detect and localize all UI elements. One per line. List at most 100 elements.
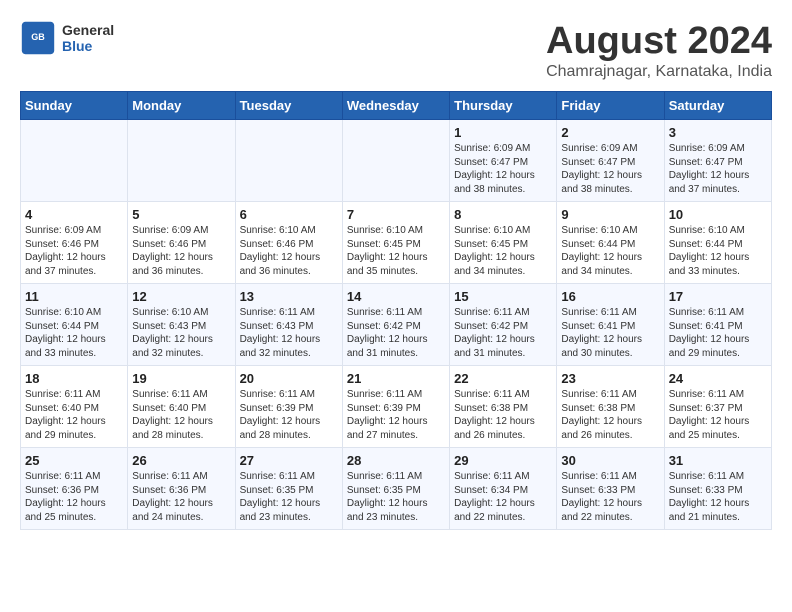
day-number: 18 xyxy=(25,371,123,386)
subtitle: Chamrajnagar, Karnataka, India xyxy=(546,63,772,81)
calendar-cell: 29Sunrise: 6:11 AM Sunset: 6:34 PM Dayli… xyxy=(450,448,557,530)
day-info: Sunrise: 6:11 AM Sunset: 6:38 PM Dayligh… xyxy=(561,388,659,442)
day-info: Sunrise: 6:11 AM Sunset: 6:36 PM Dayligh… xyxy=(132,470,230,524)
calendar-cell: 20Sunrise: 6:11 AM Sunset: 6:39 PM Dayli… xyxy=(235,366,342,448)
calendar-header: SundayMondayTuesdayWednesdayThursdayFrid… xyxy=(21,92,772,120)
main-title: August 2024 xyxy=(546,20,772,63)
calendar-cell: 14 Sunrise: 6:11 AM Sunset: 6:42 PM Dayli… xyxy=(342,284,449,366)
weekday-header-monday: Monday xyxy=(128,92,235,120)
logo-blue: Blue xyxy=(62,38,114,54)
calendar-cell xyxy=(342,120,449,202)
day-number: 29 xyxy=(454,453,552,468)
calendar-cell: 23Sunrise: 6:11 AM Sunset: 6:38 PM Dayli… xyxy=(557,366,664,448)
day-info: Sunrise: 6:10 AM Sunset: 6:44 PM Dayligh… xyxy=(561,224,659,278)
week-row-2: 4 Sunrise: 6:09 AM Sunset: 6:46 PM Daylig… xyxy=(21,202,772,284)
calendar-cell: 24Sunrise: 6:11 AM Sunset: 6:37 PM Dayli… xyxy=(664,366,771,448)
calendar-cell: 12Sunrise: 6:10 AM Sunset: 6:43 PM Dayli… xyxy=(128,284,235,366)
day-info: Sunrise: 6:09 AM Sunset: 6:46 PM Dayligh… xyxy=(132,224,230,278)
day-number: 4 xyxy=(25,207,123,222)
week-row-5: 25 Sunrise: 6:11 AM Sunset: 6:36 PM Dayli… xyxy=(21,448,772,530)
day-number: 10 xyxy=(669,207,767,222)
day-info: Sunrise: 6:09 AM Sunset: 6:47 PM Dayligh… xyxy=(561,142,659,196)
calendar-cell: 17Sunrise: 6:11 AM Sunset: 6:41 PM Dayli… xyxy=(664,284,771,366)
calendar-cell: 8 Sunrise: 6:10 AM Sunset: 6:45 PM Daylig… xyxy=(450,202,557,284)
logo: GB General Blue xyxy=(20,20,114,56)
calendar-cell: 25 Sunrise: 6:11 AM Sunset: 6:36 PM Dayli… xyxy=(21,448,128,530)
day-info: Sunrise: 6:11 AM Sunset: 6:42 PM Dayligh… xyxy=(347,306,445,360)
calendar-body: 1 Sunrise: 6:09 AM Sunset: 6:47 PM Daylig… xyxy=(21,120,772,530)
day-number: 3 xyxy=(669,125,767,140)
day-number: 11 xyxy=(25,289,123,304)
day-info: Sunrise: 6:10 AM Sunset: 6:45 PM Dayligh… xyxy=(347,224,445,278)
calendar-cell: 5 Sunrise: 6:09 AM Sunset: 6:46 PM Daylig… xyxy=(128,202,235,284)
day-number: 16 xyxy=(561,289,659,304)
calendar-cell: 18Sunrise: 6:11 AM Sunset: 6:40 PM Dayli… xyxy=(21,366,128,448)
weekday-header-wednesday: Wednesday xyxy=(342,92,449,120)
week-row-3: 11 Sunrise: 6:10 AM Sunset: 6:44 PM Dayli… xyxy=(21,284,772,366)
day-number: 12 xyxy=(132,289,230,304)
logo-general: General xyxy=(62,22,114,38)
calendar-cell: 22 Sunrise: 6:11 AM Sunset: 6:38 PM Dayli… xyxy=(450,366,557,448)
calendar-cell xyxy=(128,120,235,202)
calendar-cell: 4 Sunrise: 6:09 AM Sunset: 6:46 PM Daylig… xyxy=(21,202,128,284)
day-info: Sunrise: 6:11 AM Sunset: 6:36 PM Dayligh… xyxy=(25,470,123,524)
logo-text: General Blue xyxy=(62,22,114,54)
calendar-cell: 21Sunrise: 6:11 AM Sunset: 6:39 PM Dayli… xyxy=(342,366,449,448)
day-number: 31 xyxy=(669,453,767,468)
day-info: Sunrise: 6:11 AM Sunset: 6:38 PM Dayligh… xyxy=(454,388,552,442)
logo-icon: GB xyxy=(20,20,56,56)
day-number: 28 xyxy=(347,453,445,468)
day-info: Sunrise: 6:10 AM Sunset: 6:44 PM Dayligh… xyxy=(25,306,123,360)
page-header: GB General Blue August 2024 Chamrajnagar… xyxy=(20,20,772,81)
day-number: 26 xyxy=(132,453,230,468)
calendar-cell: 15Sunrise: 6:11 AM Sunset: 6:42 PM Dayli… xyxy=(450,284,557,366)
weekday-header-saturday: Saturday xyxy=(664,92,771,120)
day-number: 2 xyxy=(561,125,659,140)
day-info: Sunrise: 6:11 AM Sunset: 6:35 PM Dayligh… xyxy=(347,470,445,524)
day-info: Sunrise: 6:11 AM Sunset: 6:42 PM Dayligh… xyxy=(454,306,552,360)
calendar-cell: 3Sunrise: 6:09 AM Sunset: 6:47 PM Daylig… xyxy=(664,120,771,202)
day-number: 5 xyxy=(132,207,230,222)
day-info: Sunrise: 6:10 AM Sunset: 6:45 PM Dayligh… xyxy=(454,224,552,278)
day-info: Sunrise: 6:11 AM Sunset: 6:33 PM Dayligh… xyxy=(561,470,659,524)
day-number: 22 xyxy=(454,371,552,386)
day-number: 8 xyxy=(454,207,552,222)
weekday-header-friday: Friday xyxy=(557,92,664,120)
day-info: Sunrise: 6:11 AM Sunset: 6:37 PM Dayligh… xyxy=(669,388,767,442)
weekday-header-row: SundayMondayTuesdayWednesdayThursdayFrid… xyxy=(21,92,772,120)
day-info: Sunrise: 6:11 AM Sunset: 6:40 PM Dayligh… xyxy=(132,388,230,442)
calendar-cell: 28 Sunrise: 6:11 AM Sunset: 6:35 PM Dayli… xyxy=(342,448,449,530)
day-number: 17 xyxy=(669,289,767,304)
day-number: 13 xyxy=(240,289,338,304)
day-number: 6 xyxy=(240,207,338,222)
calendar-table: SundayMondayTuesdayWednesdayThursdayFrid… xyxy=(20,91,772,530)
day-number: 30 xyxy=(561,453,659,468)
day-info: Sunrise: 6:10 AM Sunset: 6:44 PM Dayligh… xyxy=(669,224,767,278)
calendar-cell: 19 Sunrise: 6:11 AM Sunset: 6:40 PM Dayli… xyxy=(128,366,235,448)
day-number: 25 xyxy=(25,453,123,468)
day-number: 9 xyxy=(561,207,659,222)
calendar-cell: 26 Sunrise: 6:11 AM Sunset: 6:36 PM Dayli… xyxy=(128,448,235,530)
day-number: 14 xyxy=(347,289,445,304)
day-info: Sunrise: 6:09 AM Sunset: 6:47 PM Dayligh… xyxy=(454,142,552,196)
day-number: 1 xyxy=(454,125,552,140)
calendar-cell: 31 Sunrise: 6:11 AM Sunset: 6:33 PM Dayli… xyxy=(664,448,771,530)
day-number: 21 xyxy=(347,371,445,386)
calendar-cell: 16 Sunrise: 6:11 AM Sunset: 6:41 PM Dayli… xyxy=(557,284,664,366)
calendar-cell xyxy=(235,120,342,202)
calendar-cell: 2 Sunrise: 6:09 AM Sunset: 6:47 PM Daylig… xyxy=(557,120,664,202)
week-row-4: 18 Sunrise: 6:11 AM Sunset: 6:40 PM Dayli… xyxy=(21,366,772,448)
calendar-cell xyxy=(21,120,128,202)
day-info: Sunrise: 6:10 AM Sunset: 6:46 PM Dayligh… xyxy=(240,224,338,278)
calendar-cell: 30 Sunrise: 6:11 AM Sunset: 6:33 PM Dayli… xyxy=(557,448,664,530)
calendar-cell: 10 Sunrise: 6:10 AM Sunset: 6:44 PM Dayli… xyxy=(664,202,771,284)
weekday-header-thursday: Thursday xyxy=(450,92,557,120)
calendar-cell: 9 Sunrise: 6:10 AM Sunset: 6:44 PM Daylig… xyxy=(557,202,664,284)
day-number: 7 xyxy=(347,207,445,222)
day-info: Sunrise: 6:11 AM Sunset: 6:33 PM Dayligh… xyxy=(669,470,767,524)
day-info: Sunrise: 6:09 AM Sunset: 6:46 PM Dayligh… xyxy=(25,224,123,278)
day-info: Sunrise: 6:11 AM Sunset: 6:43 PM Dayligh… xyxy=(240,306,338,360)
calendar-cell: 1 Sunrise: 6:09 AM Sunset: 6:47 PM Daylig… xyxy=(450,120,557,202)
day-number: 19 xyxy=(132,371,230,386)
day-info: Sunrise: 6:11 AM Sunset: 6:41 PM Dayligh… xyxy=(561,306,659,360)
